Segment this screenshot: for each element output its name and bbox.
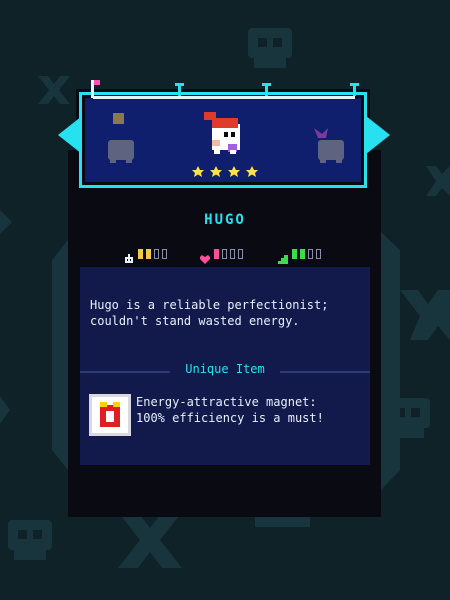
cross-icon	[118, 512, 182, 568]
star-icon	[192, 166, 204, 177]
character-name: HUGO	[204, 212, 246, 228]
stat-pip	[300, 249, 305, 259]
locked-character-right-sprite	[314, 128, 344, 163]
magnet-icon	[100, 402, 120, 427]
heart-icon	[200, 249, 210, 264]
unique-item-heading: Unique Item	[185, 362, 265, 376]
stat-pip	[146, 249, 151, 259]
locked-character-left-sprite	[108, 113, 134, 163]
skull-icon	[8, 520, 52, 560]
unique-item-description: Energy-attractive magnet: 100% efficienc…	[136, 395, 324, 425]
hugo-character-sprite	[204, 112, 240, 154]
unique-item-slot	[89, 394, 131, 436]
stairs-icon	[278, 249, 288, 264]
star-icon	[228, 166, 240, 177]
stat-pip	[154, 249, 159, 259]
character-description: Hugo is a reliable perfectionist; couldn…	[90, 298, 329, 328]
stat-stairs	[278, 247, 338, 264]
stat-pip	[214, 249, 219, 259]
stat-pip	[138, 249, 143, 259]
stat-pip	[238, 249, 243, 259]
star-icon	[246, 166, 258, 177]
star-icon	[210, 166, 222, 177]
rating-stars	[192, 166, 258, 177]
robot-icon	[124, 249, 134, 263]
stat-pip	[230, 249, 235, 259]
stats-row	[0, 247, 450, 264]
cross-icon	[400, 290, 450, 340]
stat-pip	[308, 249, 313, 259]
stat-pip	[292, 249, 297, 259]
stat-robot	[124, 247, 184, 263]
stat-heart	[200, 247, 260, 264]
stat-pip	[316, 249, 321, 259]
stat-pip	[162, 249, 167, 259]
stat-pip	[222, 249, 227, 259]
character-sprites	[108, 112, 344, 177]
